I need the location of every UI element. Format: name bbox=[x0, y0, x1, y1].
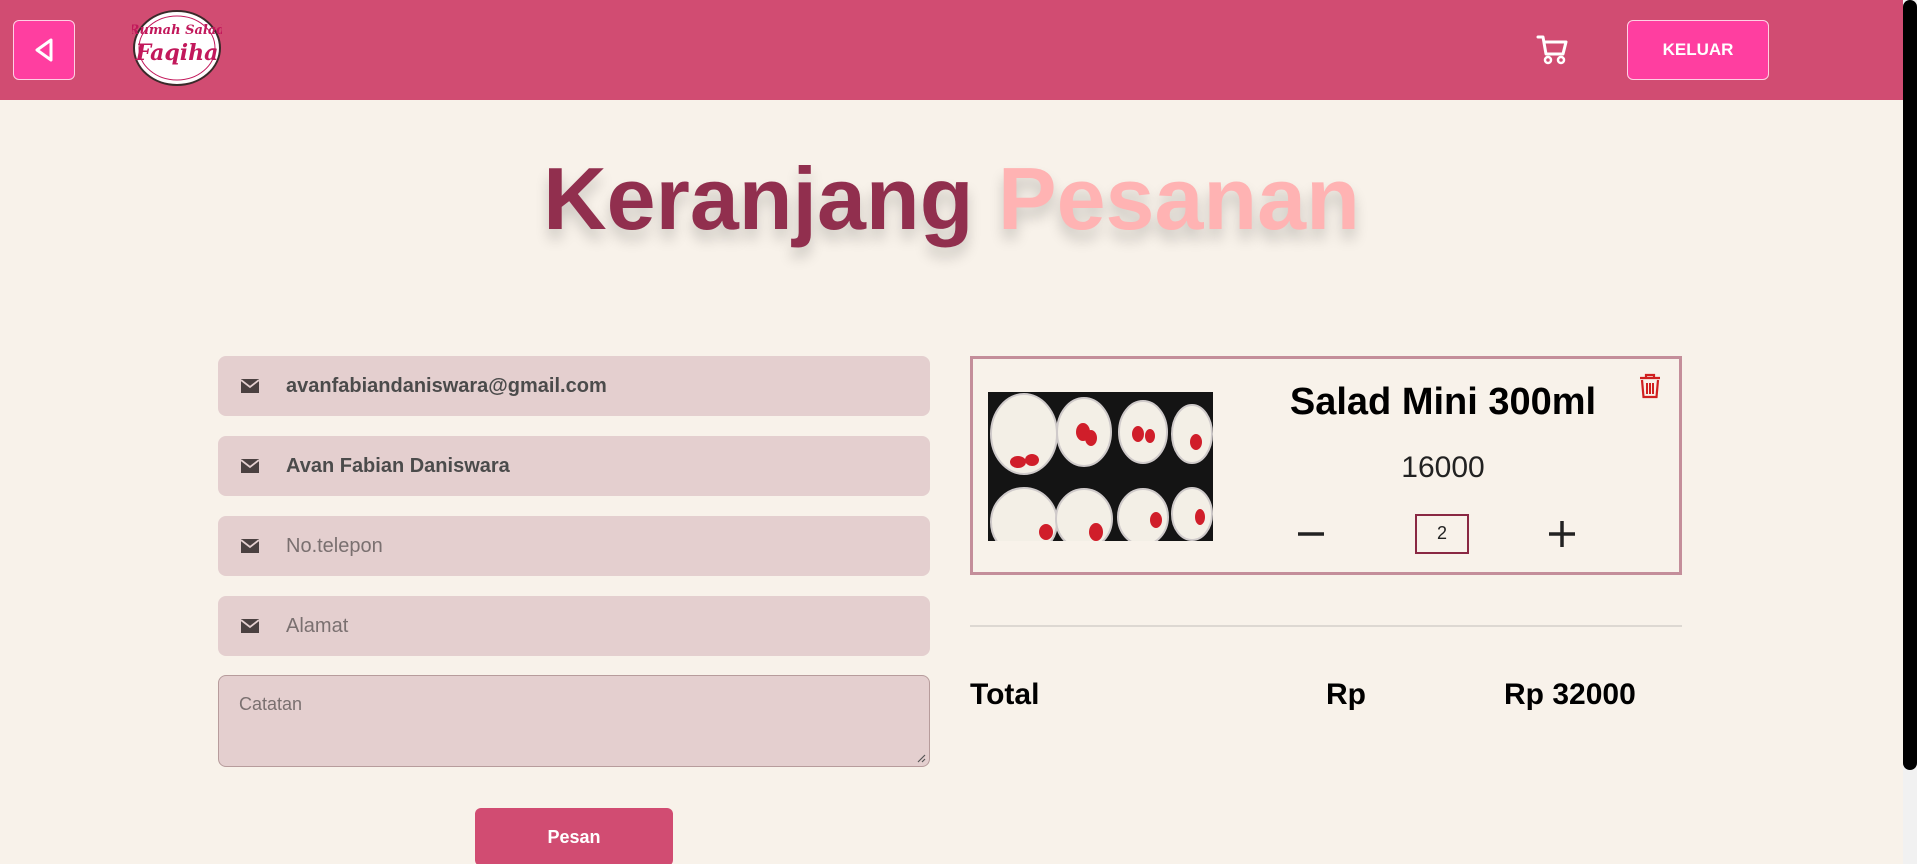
total-value: Rp 32000 bbox=[1504, 678, 1636, 711]
name-field[interactable]: Avan Fabian Daniswara bbox=[218, 436, 930, 496]
item-name: Salad Mini 300ml bbox=[1289, 381, 1597, 423]
back-arrow-icon bbox=[35, 38, 53, 62]
envelope-icon bbox=[240, 619, 260, 633]
plus-icon[interactable] bbox=[1547, 519, 1577, 549]
envelope-icon bbox=[240, 379, 260, 393]
top-navbar: Rumah Salad Faqiha KELUAR bbox=[0, 0, 1903, 100]
name-value: Avan Fabian Daniswara bbox=[286, 454, 510, 477]
phone-field[interactable]: No.telepon bbox=[218, 516, 930, 576]
envelope-icon bbox=[240, 459, 260, 473]
scrollbar-thumb[interactable] bbox=[1903, 0, 1917, 770]
item-price: 16000 bbox=[1401, 451, 1485, 484]
trash-icon[interactable] bbox=[1638, 373, 1662, 399]
cart-item-card: Salad Mini 300ml 16000 2 bbox=[970, 356, 1682, 575]
email-field[interactable]: avanfabiandaniswara@gmail.com bbox=[218, 356, 930, 416]
page-title: Keranjang Pesanan bbox=[0, 148, 1903, 250]
divider bbox=[970, 625, 1682, 627]
minus-icon[interactable] bbox=[1296, 519, 1326, 549]
address-field[interactable]: Alamat bbox=[218, 596, 930, 656]
resize-grip-icon[interactable] bbox=[916, 753, 926, 763]
back-button[interactable] bbox=[13, 20, 75, 80]
email-value: avanfabiandaniswara@gmail.com bbox=[286, 374, 607, 397]
svg-text:Rumah Salad: Rumah Salad bbox=[132, 23, 222, 38]
page-title-part1: Keranjang bbox=[543, 149, 974, 248]
svg-text:Faqiha: Faqiha bbox=[135, 40, 219, 66]
notes-placeholder: Catatan bbox=[239, 694, 303, 714]
cart-icon[interactable] bbox=[1536, 32, 1570, 66]
order-button[interactable]: Pesan bbox=[475, 808, 673, 864]
product-image bbox=[988, 392, 1213, 541]
logout-button[interactable]: KELUAR bbox=[1627, 20, 1769, 80]
envelope-icon bbox=[240, 539, 260, 553]
notes-textarea[interactable]: Catatan bbox=[218, 675, 930, 767]
address-placeholder: Alamat bbox=[286, 614, 349, 637]
quantity-input[interactable]: 2 bbox=[1415, 514, 1469, 554]
phone-placeholder: No.telepon bbox=[286, 534, 383, 557]
total-label: Total bbox=[970, 678, 1040, 711]
total-currency: Rp bbox=[1326, 678, 1366, 711]
logo: Rumah Salad Faqiha bbox=[132, 10, 222, 86]
page-title-part2: Pesanan bbox=[997, 149, 1360, 248]
